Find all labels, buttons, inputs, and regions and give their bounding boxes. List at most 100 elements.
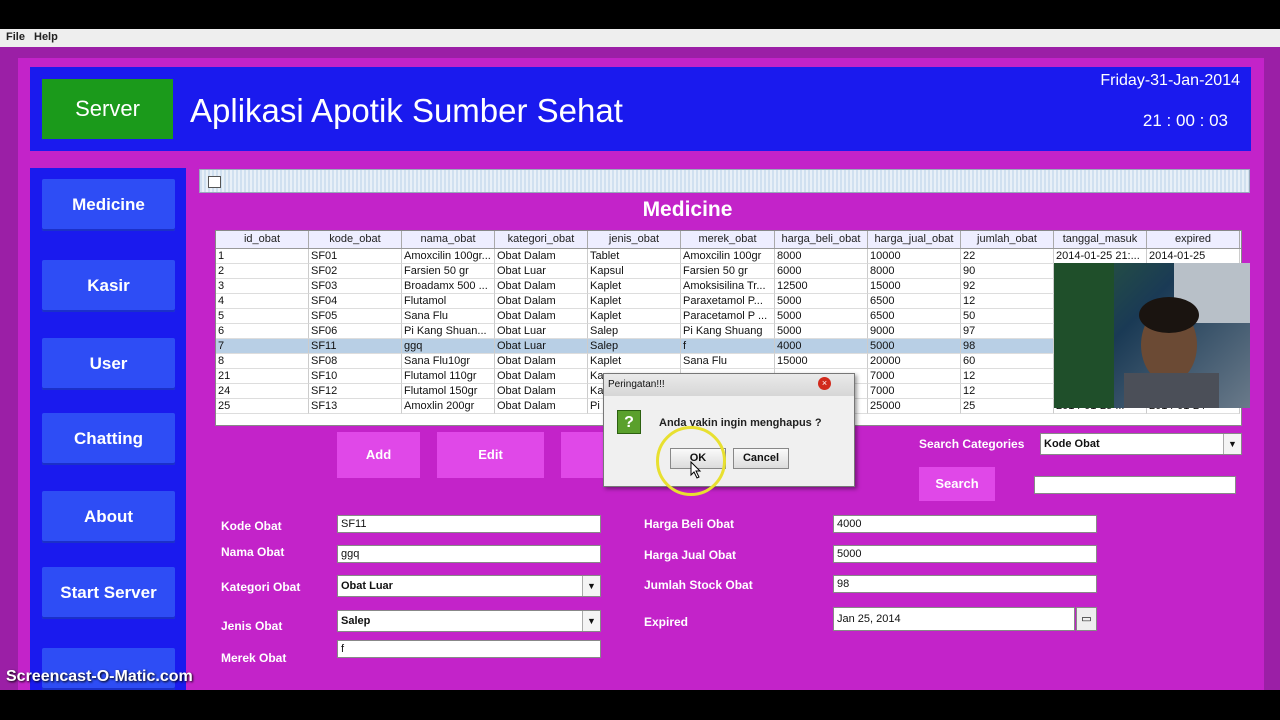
table-cell: Tablet <box>588 249 681 264</box>
harga-beli-field[interactable]: 4000 <box>833 515 1097 533</box>
calendar-icon[interactable]: ▭ <box>1076 607 1097 631</box>
chevron-down-icon[interactable]: ▼ <box>582 576 600 596</box>
table-cell: Amoxcilin 100gr... <box>402 249 495 264</box>
table-cell: SF05 <box>309 309 402 324</box>
table-cell: 7000 <box>868 384 961 399</box>
search-categories-label: Search Categories <box>919 437 1025 451</box>
kategori-obat-value: Obat Luar <box>341 580 393 592</box>
close-icon[interactable]: × <box>818 377 831 390</box>
table-cell: Obat Dalam <box>495 384 588 399</box>
table-cell: SF08 <box>309 354 402 369</box>
table-cell: Salep <box>588 339 681 354</box>
column-header[interactable]: nama_obat <box>402 231 495 248</box>
table-cell: 6500 <box>868 294 961 309</box>
table-cell: 7 <box>216 339 309 354</box>
webcam-person-image <box>1054 263 1250 408</box>
table-cell: 8 <box>216 354 309 369</box>
kode-obat-field[interactable]: SF11 <box>337 515 601 533</box>
table-cell: Kapsul <box>588 264 681 279</box>
nama-obat-field[interactable]: ggq <box>337 545 601 563</box>
table-cell: Paraxetamol P... <box>681 294 775 309</box>
table-cell: 97 <box>961 324 1054 339</box>
harga-jual-field[interactable]: 5000 <box>833 545 1097 563</box>
table-cell: 92 <box>961 279 1054 294</box>
table-cell: 8000 <box>868 264 961 279</box>
table-cell: 5 <box>216 309 309 324</box>
table-cell: Amoxcilin 100gr <box>681 249 775 264</box>
table-cell: 4 <box>216 294 309 309</box>
jumlah-stock-field[interactable]: 98 <box>833 575 1097 593</box>
column-header[interactable]: merek_obat <box>681 231 775 248</box>
merek-obat-label: Merek Obat <box>221 651 287 665</box>
expired-date-field[interactable]: Jan 25, 2014 <box>833 607 1075 631</box>
cancel-button[interactable]: Cancel <box>733 448 789 469</box>
sidebar-item-user[interactable]: User <box>42 338 175 390</box>
table-cell: Obat Dalam <box>495 399 588 414</box>
edit-button[interactable]: Edit <box>437 432 544 478</box>
search-button[interactable]: Search <box>919 467 995 501</box>
chevron-down-icon[interactable]: ▼ <box>1223 434 1241 454</box>
menu-help[interactable]: Help <box>34 31 58 43</box>
kategori-obat-select[interactable]: Obat Luar ▼ <box>337 575 601 597</box>
table-cell: 6000 <box>775 264 868 279</box>
webcam-overlay <box>1054 263 1250 408</box>
table-cell: 5000 <box>868 339 961 354</box>
table-cell: Pi Kang Shuang <box>681 324 775 339</box>
watermark: Screencast-O-Matic.com <box>6 668 193 685</box>
column-header[interactable]: id_obat <box>216 231 309 248</box>
table-cell: 5000 <box>775 294 868 309</box>
column-header[interactable]: expired <box>1147 231 1240 248</box>
sidebar-item-medicine[interactable]: Medicine <box>42 179 175 231</box>
table-cell: 21 <box>216 369 309 384</box>
table-cell: Farsien 50 gr <box>681 264 775 279</box>
merek-obat-field[interactable]: f <box>337 640 601 658</box>
column-header[interactable]: jumlah_obat <box>961 231 1054 248</box>
table-cell: 5000 <box>775 309 868 324</box>
jenis-obat-select[interactable]: Salep ▼ <box>337 610 601 632</box>
table-cell: Farsien 50 gr <box>402 264 495 279</box>
menu-file[interactable]: File <box>6 31 25 43</box>
table-cell: Salep <box>588 324 681 339</box>
chevron-down-icon[interactable]: ▼ <box>582 611 600 631</box>
table-row[interactable]: 1 SF01 Amoxcilin 100gr... Obat Dalam Tablet A… <box>216 249 1241 264</box>
window-icon <box>208 176 221 188</box>
sidebar-item-chatting[interactable]: Chatting <box>42 413 175 465</box>
harga-jual-label: Harga Jual Obat <box>644 548 737 562</box>
column-header[interactable]: tanggal_masuk <box>1054 231 1147 248</box>
table-cell: Sana Flu10gr <box>402 354 495 369</box>
sidebar-item-kasir[interactable]: Kasir <box>42 260 175 312</box>
table-cell: 50 <box>961 309 1054 324</box>
table-cell: SF12 <box>309 384 402 399</box>
table-cell: Kaplet <box>588 279 681 294</box>
table-cell: Kaplet <box>588 309 681 324</box>
table-cell: Sana Flu <box>402 309 495 324</box>
table-cell: Obat Dalam <box>495 294 588 309</box>
kategori-obat-label: Kategori Obat <box>221 580 301 594</box>
table-cell: 25 <box>216 399 309 414</box>
table-cell: Obat Dalam <box>495 279 588 294</box>
column-header[interactable]: jenis_obat <box>588 231 681 248</box>
table-cell: Paracetamol P ... <box>681 309 775 324</box>
table-cell: Obat Luar <box>495 324 588 339</box>
search-category-select[interactable]: Kode Obat ▼ <box>1040 433 1242 455</box>
column-header[interactable]: harga_beli_obat <box>775 231 868 248</box>
table-cell: Obat Dalam <box>495 309 588 324</box>
table-cell: Broadamx 500 ... <box>402 279 495 294</box>
table-cell: 1 <box>216 249 309 264</box>
sidebar-item-start-server[interactable]: Start Server <box>42 567 175 619</box>
table-cell: Obat Luar <box>495 264 588 279</box>
column-header[interactable]: kode_obat <box>309 231 402 248</box>
table-cell: ggq <box>402 339 495 354</box>
column-header[interactable]: kategori_obat <box>495 231 588 248</box>
column-header[interactable]: harga_jual_obat <box>868 231 961 248</box>
search-input[interactable] <box>1034 476 1236 494</box>
jumlah-stock-label: Jumlah Stock Obat <box>644 578 753 592</box>
table-cell: SF13 <box>309 399 402 414</box>
delete-button[interactable] <box>561 432 605 478</box>
table-cell: 5000 <box>775 324 868 339</box>
table-cell: Flutamol <box>402 294 495 309</box>
table-cell: 15000 <box>868 279 961 294</box>
sidebar-item-about[interactable]: About <box>42 491 175 543</box>
internal-frame-titlebar[interactable] <box>199 169 1250 193</box>
add-button[interactable]: Add <box>337 432 420 478</box>
